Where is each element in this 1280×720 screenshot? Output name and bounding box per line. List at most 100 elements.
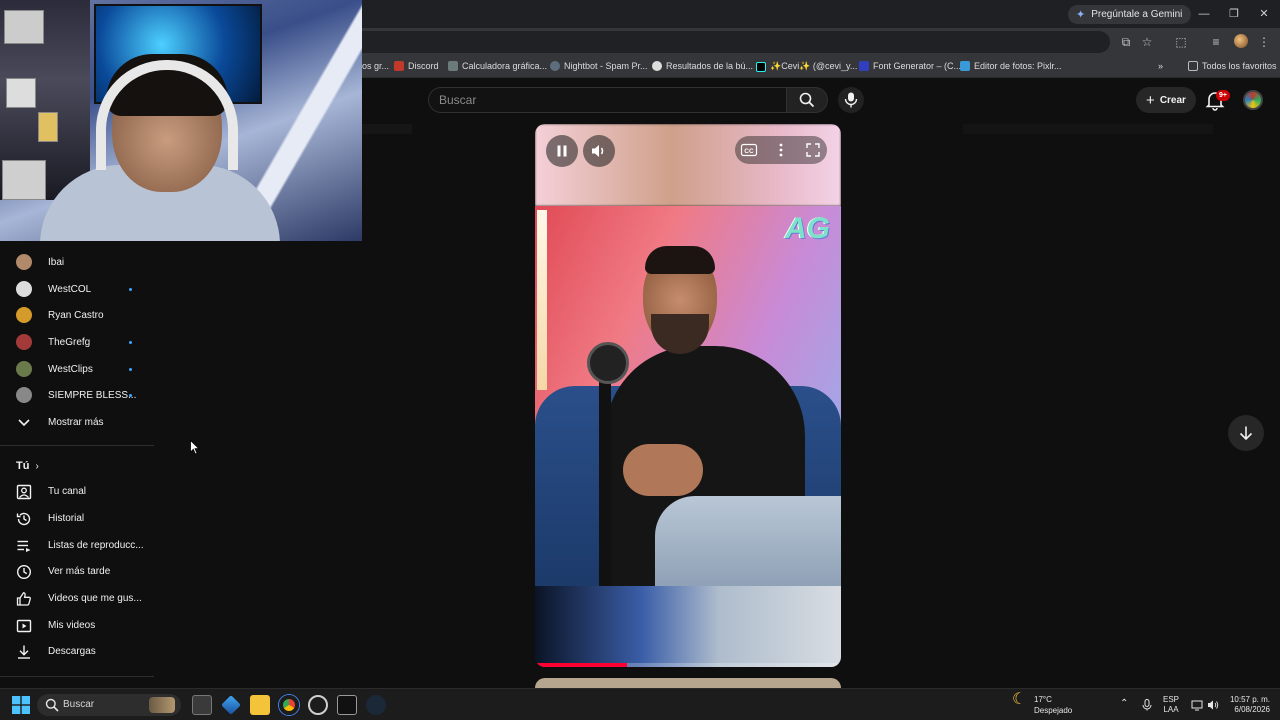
epic-games-icon[interactable] [337,695,357,715]
channel-watermark-logo: AG [785,212,830,245]
bookmark-item[interactable]: ✨Cevi✨ (@cevi_y... [756,61,857,72]
search-button[interactable] [786,87,828,113]
channel-avatar [16,281,32,297]
fullscreen-icon[interactable] [804,141,822,159]
network-icon[interactable] [1191,699,1203,711]
sidebar-subscription-siempre-bless[interactable]: SIEMPRE BLESS... [0,382,154,408]
video-progress-fill [535,663,627,667]
webcam-background-shelf [0,0,90,200]
channel-avatar [16,334,32,350]
sidebar-item-descargas[interactable]: Descargas [0,639,154,665]
next-video-button[interactable] [1228,415,1264,451]
globe-icon [652,61,662,71]
search-input[interactable] [429,88,786,112]
windows-start-icon[interactable] [12,696,30,714]
address-bar[interactable] [290,31,1110,53]
sidebar-subscription-ibai[interactable]: Ibai [0,249,154,275]
presenter-jeans [655,496,841,586]
app-icon[interactable] [308,695,328,715]
media-controls-icon[interactable]: ≡ [1207,33,1225,51]
sidebar-subscription-ryan-castro[interactable]: Ryan Castro [0,302,154,328]
sidebar-subscription-westclips[interactable]: WestClips [0,356,154,382]
channel-avatar [16,307,32,323]
bookmark-item[interactable]: Editor de fotos: Pixlr... [960,61,1062,71]
bookmark-item[interactable]: Nightbot - Spam Pr... [550,61,648,71]
ring-light [537,210,547,390]
pause-button[interactable] [546,135,578,167]
video-progress-bar[interactable] [535,663,841,667]
bookmark-item[interactable]: Resultados de la bú... [652,61,753,71]
channel-avatar [16,387,32,403]
presenter-hair [645,246,715,274]
account-avatar[interactable] [1243,90,1263,110]
all-bookmarks-button[interactable]: Todos los favoritos [1188,61,1277,71]
more-options-icon[interactable] [772,141,790,159]
browser-profile-avatar[interactable] [1234,34,1248,48]
chevron-up-icon[interactable]: ⌃ [1120,699,1128,709]
font-generator-icon [859,61,869,71]
restore-button[interactable]: ❐ [1219,5,1249,23]
speaker-icon[interactable] [1207,699,1219,711]
system-clock[interactable]: 10:57 p. m. 6/08/2026 [1226,695,1270,715]
shorts-player[interactable]: AG CC [535,124,841,667]
moon-icon: ☾ [1012,691,1027,708]
bookmark-star-icon[interactable]: ☆ [1138,33,1156,51]
page-background-panel [362,124,412,134]
minimize-button[interactable]: — [1189,5,1219,23]
bookmark-item[interactable]: Discord [394,61,439,71]
input-language[interactable]: ESP LAA [1163,695,1179,715]
captions-icon[interactable]: CC [740,141,758,159]
voice-search-button[interactable] [838,87,864,113]
sidebar-item-listas[interactable]: Listas de reproducc... [0,533,154,559]
taskbar-search[interactable]: Buscar [37,694,181,716]
sidebar-divider [0,445,154,446]
search-highlight-image [149,697,175,713]
watch-later-icon [16,564,32,580]
steam-icon[interactable] [366,695,386,715]
app-icon[interactable] [221,695,241,715]
microphone-stand [599,382,611,586]
close-window-button[interactable]: ✕ [1249,5,1279,23]
bookmark-item[interactable]: os gr... [362,61,389,71]
bookmark-item[interactable]: Calculadora gráfica... [448,61,547,71]
create-button[interactable]: + Crear [1136,87,1196,113]
extensions-icon[interactable]: ⬚ [1172,33,1190,51]
arrow-down-icon [1239,426,1253,441]
ask-gemini-label: Pregúntale a Gemini [1091,9,1183,20]
browser-menu-icon[interactable]: ⋮ [1255,33,1273,51]
chevron-right-icon: › [35,460,39,472]
volume-button[interactable] [583,135,615,167]
playlists-icon [17,540,31,552]
sidebar-item-historial[interactable]: Historial [0,506,154,532]
file-explorer-icon[interactable] [250,695,270,715]
sidebar-subscription-westcol[interactable]: WestCOL [0,276,154,302]
tiktok-icon [756,61,766,72]
new-content-dot [129,340,132,344]
discord-icon [394,61,404,71]
sidebar-subscription-thegrefg[interactable]: TheGrefg [0,329,154,355]
player-controls-group: CC [735,136,827,164]
windows-taskbar: Buscar ☾ 17°C Despejado ⌃ ESP LAA 10:57 … [0,688,1280,720]
thumbs-up-icon [16,592,31,606]
bookmark-item[interactable]: Font Generator – (C... [859,61,961,71]
sidebar-item-tu-canal[interactable]: Tu canal [0,479,154,505]
sidebar-item-mis-videos[interactable]: Mis videos [0,613,154,639]
you-section-header[interactable]: Tú › [16,460,39,472]
show-more-button[interactable]: Mostrar más [0,409,154,435]
pixlr-icon [960,61,970,71]
sidebar-item-ver-mas-tarde[interactable]: Ver más tarde [0,559,154,585]
my-videos-icon [16,619,32,633]
chevron-down-icon [18,419,30,427]
plus-icon: + [1146,91,1155,109]
ask-gemini-button[interactable]: ✦ Pregúntale a Gemini [1068,5,1192,24]
create-label: Crear [1159,94,1186,106]
task-view-icon[interactable] [192,695,212,715]
cast-icon[interactable]: ⧉ [1117,33,1135,51]
sidebar-item-videos-que-me-gustan[interactable]: Videos que me gus... [0,586,154,612]
studio-microphone [587,342,629,384]
microphone-icon[interactable] [1141,699,1153,711]
chrome-icon[interactable] [279,695,299,715]
sidebar-divider [0,676,154,677]
pause-icon [557,145,567,157]
more-bookmarks-button[interactable]: » [1158,61,1163,71]
